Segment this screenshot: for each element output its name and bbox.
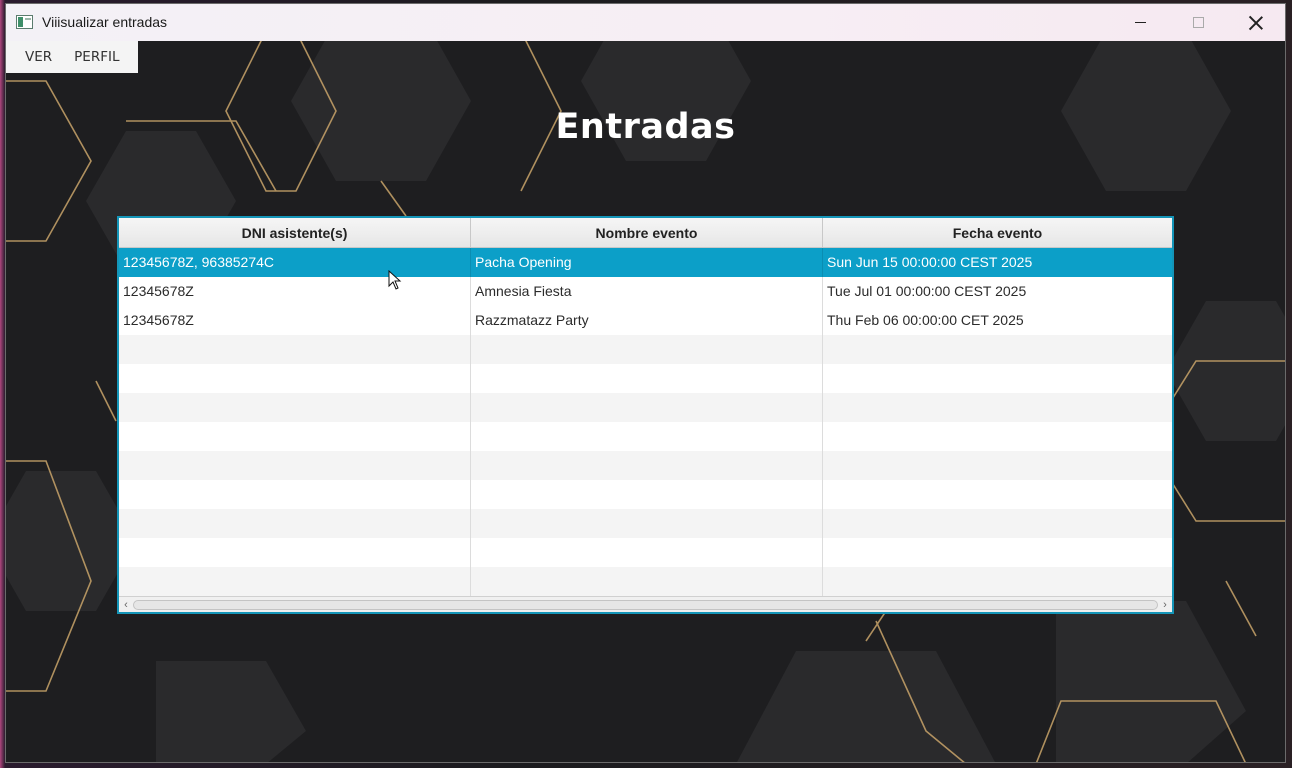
scroll-left-arrow-icon[interactable]: ‹ — [120, 599, 132, 611]
title-bar[interactable]: Viiisualizar entradas — [6, 4, 1285, 41]
cell-evento: Pacha Opening — [471, 248, 823, 277]
table-row[interactable]: 12345678Z Amnesia Fiesta Tue Jul 01 00:0… — [119, 277, 1172, 306]
empty-row — [119, 538, 1172, 567]
cell-fecha: Sun Jun 15 00:00:00 CEST 2025 — [827, 254, 1033, 270]
table-row[interactable]: 12345678Z Razzmatazz Party Thu Feb 06 00… — [119, 306, 1172, 335]
column-header-nombre-evento[interactable]: Nombre evento — [471, 218, 823, 248]
empty-row — [119, 480, 1172, 509]
menu-perfil[interactable]: PERFIL — [63, 41, 130, 73]
app-window: Viiisualizar entradas VER PERFIL Entrada… — [5, 3, 1286, 763]
cell-evento: Amnesia Fiesta — [471, 277, 823, 306]
table-body: 12345678Z, 96385274C Pacha Opening Sun J… — [119, 248, 1172, 596]
empty-row — [119, 335, 1172, 364]
empty-row — [119, 393, 1172, 422]
mouse-cursor-icon — [388, 270, 402, 290]
cell-dni: 12345678Z, 96385274C — [119, 248, 471, 277]
cell-evento: Razzmatazz Party — [471, 306, 823, 335]
menu-bar: VER PERFIL — [6, 41, 138, 73]
table-header: DNI asistente(s) Nombre evento Fecha eve… — [119, 218, 1172, 248]
tickets-table[interactable]: DNI asistente(s) Nombre evento Fecha eve… — [117, 216, 1174, 614]
minimize-button[interactable] — [1111, 4, 1169, 41]
menu-ver[interactable]: VER — [14, 41, 63, 73]
close-button[interactable] — [1227, 4, 1285, 41]
column-header-fecha-evento[interactable]: Fecha evento — [823, 218, 1172, 248]
horizontal-scrollbar[interactable]: ‹ › — [119, 596, 1172, 612]
main-content: VER PERFIL Entradas DNI asistente(s) Nom… — [6, 41, 1285, 762]
empty-row — [119, 451, 1172, 480]
window-title: Viiisualizar entradas — [42, 14, 168, 30]
maximize-button[interactable] — [1169, 4, 1227, 41]
minimize-icon — [1134, 22, 1146, 23]
scroll-right-arrow-icon[interactable]: › — [1159, 599, 1171, 611]
empty-row — [119, 422, 1172, 451]
empty-row — [119, 567, 1172, 596]
close-icon — [1249, 16, 1263, 30]
empty-row — [119, 509, 1172, 538]
cell-dni: 12345678Z — [119, 277, 471, 306]
page-title: Entradas — [555, 107, 736, 147]
maximize-icon — [1192, 17, 1204, 28]
empty-row — [119, 364, 1172, 393]
table-row[interactable]: 12345678Z, 96385274C Pacha Opening Sun J… — [119, 248, 1172, 277]
cell-fecha: Tue Jul 01 00:00:00 CEST 2025 — [827, 283, 1027, 299]
cell-dni: 12345678Z — [119, 306, 471, 335]
app-window-icon — [16, 15, 33, 29]
column-header-dni[interactable]: DNI asistente(s) — [119, 218, 471, 248]
scrollbar-thumb[interactable] — [133, 600, 1158, 610]
cell-fecha: Thu Feb 06 00:00:00 CET 2025 — [827, 312, 1024, 328]
